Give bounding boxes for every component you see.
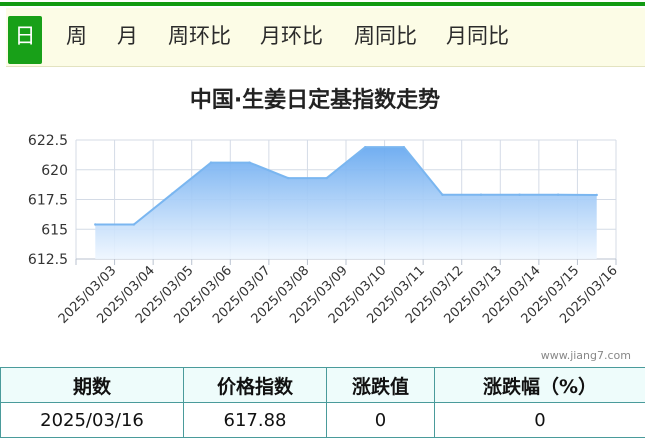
watermark-text: www.jiang7.com: [541, 349, 631, 362]
period-tab-bar: 日 周 月 周环比 月环比 周同比 月同比: [0, 0, 645, 72]
tab-week-year-on-year[interactable]: 周同比: [354, 16, 417, 64]
cell-price-index: 617.88: [183, 402, 327, 438]
header-change-value: 涨跌值: [326, 367, 435, 403]
data-point[interactable]: [479, 193, 483, 196]
y-tick-label: 622.5: [28, 133, 68, 149]
tab-week-on-week[interactable]: 周环比: [168, 16, 231, 64]
data-point[interactable]: [132, 223, 136, 226]
tab-week[interactable]: 周: [66, 16, 87, 64]
area-fill: [95, 147, 597, 259]
table-row: 2025/03/16 617.88 0 0: [0, 402, 645, 438]
y-tick-label: 612.5: [28, 252, 68, 268]
data-point[interactable]: [441, 193, 444, 196]
price-index-chart: 中国·生姜日定基指数走势 612.5 615 617.5 620 622.5 2025/…: [28, 87, 631, 362]
data-point[interactable]: [209, 161, 213, 164]
header-change-percent: 涨跌幅（%）: [434, 367, 645, 403]
header-period: 期数: [0, 367, 184, 403]
tab-month[interactable]: 月: [117, 16, 138, 64]
tab-day[interactable]: 日: [8, 16, 42, 64]
tab-bar-background: [6, 8, 645, 67]
tab-bar-top-line: [0, 2, 645, 6]
tab-month-year-on-year[interactable]: 月同比: [446, 16, 509, 64]
data-point[interactable]: [94, 223, 97, 226]
x-axis-tick-labels: 2025/03/032025/03/042025/03/052025/03/06…: [56, 263, 621, 327]
data-point[interactable]: [595, 193, 598, 197]
data-point[interactable]: [364, 145, 367, 149]
y-tick-label: 617.5: [28, 193, 68, 209]
y-axis-tick-labels: 612.5 615 617.5 620 622.5: [28, 133, 68, 268]
table-header-row: 期数 价格指数 涨跌值 涨跌幅（%）: [0, 367, 645, 403]
cell-period: 2025/03/16: [0, 402, 184, 438]
data-point[interactable]: [171, 192, 174, 195]
y-tick-label: 620: [41, 163, 68, 179]
data-point[interactable]: [556, 193, 560, 196]
data-point[interactable]: [248, 161, 251, 164]
y-tick-label: 615: [41, 222, 68, 238]
data-point[interactable]: [286, 176, 290, 180]
cell-change-percent: 0: [434, 402, 645, 438]
data-point[interactable]: [402, 145, 406, 149]
chart-title: 中国·生姜日定基指数走势: [190, 87, 440, 113]
data-point[interactable]: [325, 176, 328, 180]
data-point[interactable]: [518, 193, 521, 196]
header-price-index: 价格指数: [183, 367, 327, 403]
chart-area-series: [94, 145, 598, 259]
latest-index-table: 期数 价格指数 涨跌值 涨跌幅（%） 2025/03/16 617.88 0 0: [0, 367, 645, 438]
tab-month-on-month[interactable]: 月环比: [260, 16, 323, 64]
cell-change-value: 0: [326, 402, 435, 438]
